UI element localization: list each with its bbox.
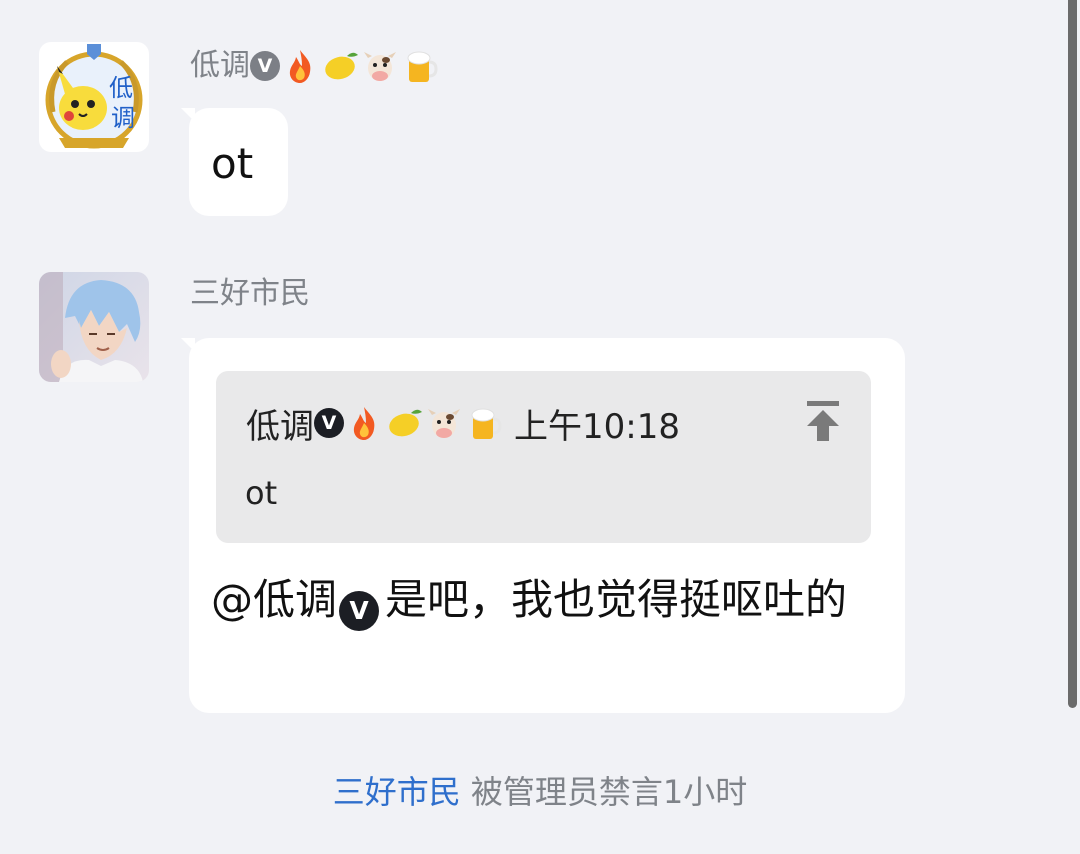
scrollbar[interactable] [1066, 0, 1080, 854]
avatar-pikachu[interactable]: 低 调 [39, 42, 149, 152]
fire-emoji-icon [280, 46, 320, 86]
beer-emoji-icon [400, 46, 440, 86]
anime-avatar-image [39, 272, 149, 382]
quoted-message[interactable]: 低调 V 上午10:18 ot [216, 371, 871, 543]
lemon-emoji-icon [320, 46, 360, 86]
fire-emoji-icon [344, 403, 384, 443]
beer-emoji-icon [464, 403, 504, 443]
quote-sender-name: 低调 [246, 406, 314, 447]
quote-header: 低调 V 上午10:18 [246, 401, 680, 447]
reply-message-bubble[interactable]: 低调 V 上午10:18 ot @低调 V 是吧，我也觉得挺呕吐的 [181, 338, 905, 713]
lemon-emoji-icon [384, 403, 424, 443]
quote-text: ot [245, 474, 278, 512]
sender-name[interactable]: 三好市民 [190, 274, 310, 314]
sender-name-row: 三好市民 [190, 274, 310, 314]
reply-text: 是吧，我也觉得挺呕吐的 [385, 575, 848, 624]
scrollbar-thumb[interactable] [1068, 0, 1077, 708]
reply-text-block: @低调 V 是吧，我也觉得挺呕吐的 [211, 570, 851, 631]
verified-badge-icon: V [339, 590, 380, 631]
pikachu-avatar-image: 低 调 [39, 42, 149, 152]
quote-timestamp: 上午10:18 [514, 406, 680, 447]
jump-to-original-icon[interactable] [801, 397, 845, 445]
mention-link[interactable]: @低调 [211, 575, 337, 624]
svg-text:调: 调 [111, 104, 135, 132]
sender-name[interactable]: 低调 [190, 46, 250, 86]
svg-text:低: 低 [109, 74, 133, 102]
system-notice: 三好市民 被管理员禁言1小时 [0, 770, 1080, 814]
avatar-gintoki[interactable] [39, 272, 149, 382]
cow-emoji-icon [424, 403, 464, 443]
verified-badge-icon: V [314, 408, 344, 438]
message-bubble[interactable]: ot [181, 108, 288, 216]
verified-badge-icon: V [250, 51, 280, 81]
sender-name-row: 低调 V [190, 46, 440, 86]
notice-user-link[interactable]: 三好市民 [333, 773, 461, 811]
notice-text: 被管理员禁言1小时 [470, 773, 748, 811]
cow-emoji-icon [360, 46, 400, 86]
message-text: ot [211, 139, 254, 188]
